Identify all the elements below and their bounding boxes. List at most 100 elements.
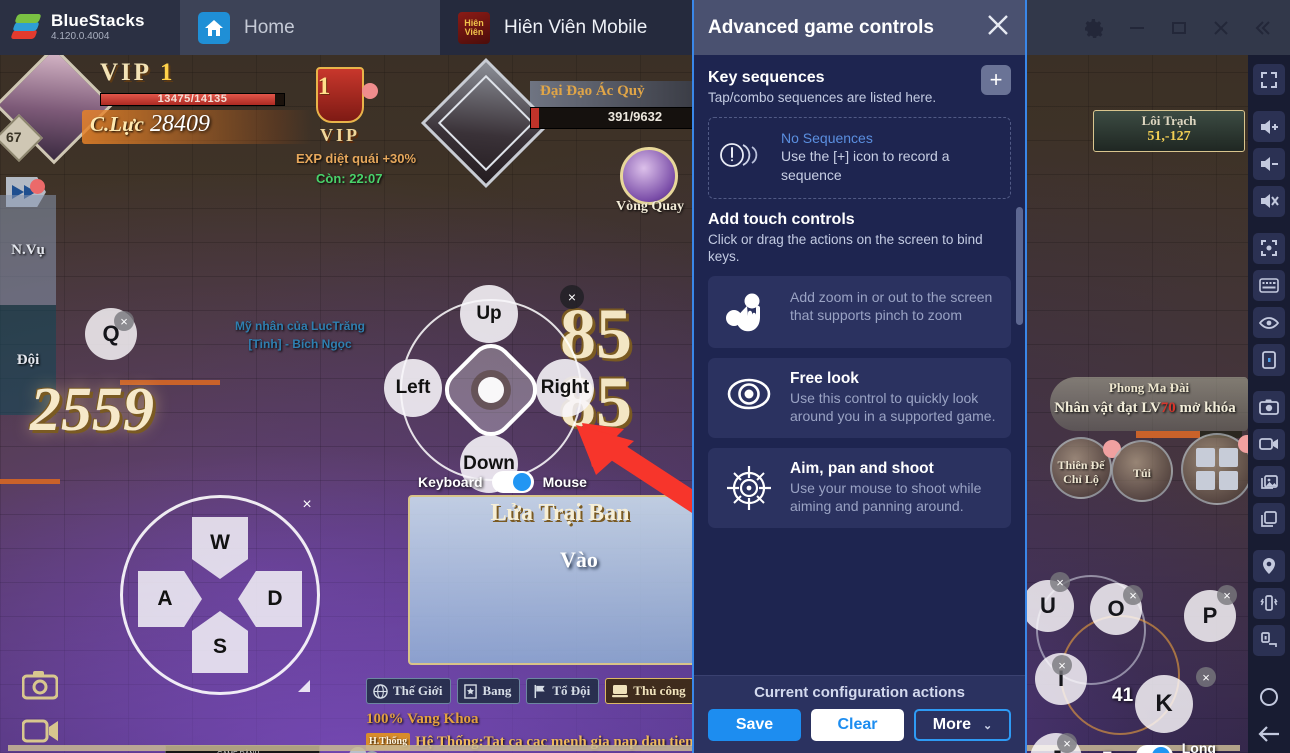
control-card-free-look-title: Free look [790,369,859,387]
wasd-dpad[interactable]: W A S D [120,495,320,695]
volume-up-icon[interactable] [1253,111,1285,143]
tap-longpress-toggle[interactable] [1135,745,1173,753]
brand-block[interactable]: BlueStacks 4.120.0.4004 [0,0,180,55]
location-icon[interactable] [1253,550,1285,582]
sidebar-item-quest[interactable]: N.Vụ [0,195,56,305]
maximize-icon[interactable] [1158,0,1200,55]
save-button[interactable]: Save [708,709,801,741]
wasd-remove[interactable]: × [297,495,317,515]
panel-scrollbar[interactable] [1016,207,1023,325]
wheel-label: Vòng Quay [615,199,685,214]
tab-home[interactable]: Home [180,0,440,55]
chat-tab-world[interactable]: Thế Giới [366,678,452,704]
shake-icon[interactable] [1253,587,1285,619]
key-binding-k[interactable]: K [1135,675,1193,733]
screenshot-game-icon[interactable] [21,670,59,705]
screenshot-icon[interactable] [1253,391,1285,423]
player-hp-text: 13475/14135 [157,93,228,105]
key-binding-i-remove[interactable]: × [1052,655,1072,675]
control-card-free-look[interactable]: Free look Use this control to quickly lo… [708,357,1011,438]
dpad-right[interactable]: Right [536,359,594,417]
collapse-icon[interactable] [1242,0,1284,55]
touch-controls-heading: Add touch controls [708,210,855,228]
dpad-remove[interactable]: × [560,285,584,309]
copy-icon[interactable] [1253,503,1285,535]
volume-down-icon[interactable] [1253,148,1285,180]
keyboard-icon[interactable] [1253,269,1285,302]
campfire-enter-label: Vào [560,547,598,572]
control-card-aim-pan-shoot[interactable]: Aim, pan and shoot Use your mouse to sho… [708,447,1011,528]
chat-tab-team[interactable]: Tổ Đội [526,678,600,704]
macro-icon[interactable] [1253,624,1285,657]
camera-icon [21,671,59,700]
vip-crest[interactable]: 1 VIP [300,67,380,155]
clear-button[interactable]: Clear [811,709,904,741]
vip-level-value: 1 [159,59,176,86]
player-level-value: 67 [6,129,22,145]
exp-bonus-text: EXP diệt quái +30% [296,151,417,166]
longpress-label: Long press [1181,740,1216,753]
more-button-label: More [932,716,971,733]
tab-game[interactable]: Hiên Viên Hiên Viên Mobile [440,0,695,55]
bluestacks-sidebar[interactable] [1248,55,1290,753]
add-sequence-button[interactable]: + [981,65,1011,95]
dpad-left[interactable]: Left [384,359,442,417]
chat-tab-guild-label: Bang [482,683,512,698]
key-binding-o-remove[interactable]: × [1123,585,1143,605]
exp-remaining-text: Còn: 22:07 [316,171,383,186]
unlock-desc: Nhân vật đạt LV70 mở khóa [1040,400,1248,417]
rotate-icon[interactable] [1253,344,1285,376]
gear-icon[interactable] [1074,0,1116,55]
video-icon [21,719,58,743]
chat-tab-manual-label: Thủ công [633,683,686,698]
damage-number-main: 2559 [30,376,154,444]
brand-name: BlueStacks [51,11,145,31]
footer-buttons: Save Clear More ⌄ [708,709,1011,741]
window-controls[interactable] [1074,0,1290,55]
key-binding-p-remove[interactable]: × [1217,585,1237,605]
vip-title-text: VIP [100,59,151,86]
vip-title: VIP 1 [100,59,175,87]
panel-footer: Current configuration actions Save Clear… [694,675,1025,753]
record-video-icon[interactable] [1253,428,1285,460]
close-icon[interactable] [1200,0,1242,55]
npc-name-line2: [Tình] - Bích Ngọc [248,337,352,351]
key-binding-k-remove[interactable]: × [1196,667,1216,687]
tab-game-label: Hiên Viên Mobile [504,16,648,38]
media-manager-icon[interactable] [1253,465,1285,498]
chat-tab-manual[interactable]: Thủ công [605,678,695,704]
back-arrow-icon[interactable] [1253,719,1285,750]
wheel-button[interactable]: Vòng Quay [612,147,686,221]
fullscreen-icon[interactable] [1253,64,1285,96]
tap-longpress-toggle-row[interactable]: Tap Long press [1103,740,1248,753]
key-binding-j-remove[interactable]: × [1057,733,1077,753]
advanced-game-controls-panel[interactable]: Advanced game controls + Key sequences T… [692,0,1027,753]
wasd-resize-handle[interactable] [298,680,310,692]
player-hud: 67 VIP 1 13475/14135 C.Lực 28409 [0,55,330,165]
volume-mute-icon[interactable] [1253,185,1285,217]
tap-label: Tap [1103,748,1127,753]
key-sequences-empty-state: No Sequences Use the [+] icon to record … [708,116,1011,199]
alert-sequence-icon [719,142,769,173]
keyboard-mouse-toggle[interactable] [491,471,534,493]
unlock-desc-level: 70 [1160,400,1176,416]
close-icon[interactable] [985,12,1011,43]
home-circle-icon[interactable] [1253,682,1285,713]
minimize-icon[interactable] [1116,0,1158,55]
more-button[interactable]: More ⌄ [914,709,1011,741]
key-binding-u-remove[interactable]: × [1050,572,1070,592]
key-sequences-heading: Key sequences [708,69,825,86]
eye-icon[interactable] [1253,307,1285,339]
dpad-up[interactable]: Up [460,285,518,343]
game-viewport[interactable]: 67 VIP 1 13475/14135 C.Lực 28409 1 VIP E… [0,55,1248,753]
location-name: Lôi Trạch [1141,113,1197,128]
key-sequences-empty-title: No Sequences [781,130,873,147]
multi-instance-icon[interactable] [1253,232,1285,264]
chat-tab-guild[interactable]: Bang [457,678,521,704]
control-card-pinch-zoom[interactable]: Add zoom in or out to the screen that su… [708,275,1011,348]
chat-tab-world-label: Thế Giới [393,683,443,698]
crest-rank: 1 [317,73,331,100]
eye-target-icon [720,370,778,414]
panel-body[interactable]: + Key sequences Tap/combo sequences are … [694,55,1025,675]
key-binding-q-remove[interactable]: × [114,311,134,331]
